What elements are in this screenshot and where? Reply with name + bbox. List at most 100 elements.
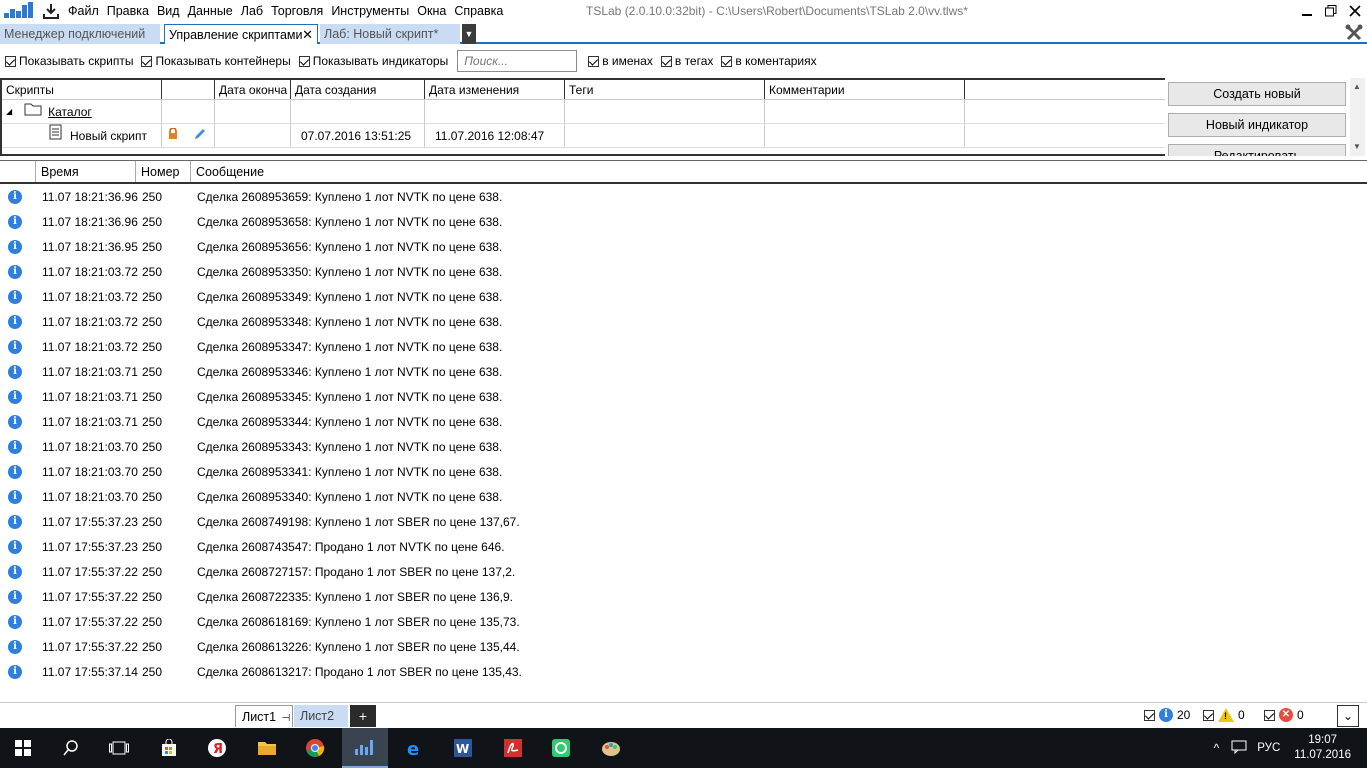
tab-connection-manager[interactable]: Менеджер подключений (0, 24, 160, 44)
column-header-number[interactable]: Номер (136, 161, 191, 182)
log-row[interactable]: i 11.07 18:21:36.96 250 Сделка 2608953658: … (0, 209, 1367, 234)
quik-icon[interactable] (538, 728, 584, 768)
column-header-comments[interactable]: Комментарии (765, 80, 965, 99)
log-row[interactable]: i 11.07 18:21:03.70 250 Сделка 2608953340: … (0, 484, 1367, 509)
log-row[interactable]: i 11.07 18:21:03.72 250 Сделка 2608953347: … (0, 334, 1367, 359)
chevron-up-icon[interactable]: ^ (1214, 741, 1220, 755)
sheet-tab-1[interactable]: Лист1 ⊣ (235, 705, 293, 727)
warning-filter-toggle[interactable]: ! 0 (1203, 708, 1245, 722)
notification-message-icon[interactable] (1231, 740, 1247, 757)
download-save-icon[interactable] (42, 2, 60, 20)
menu-item[interactable]: Данные (184, 0, 237, 22)
tab-lab[interactable]: Лаб: Новый скрипт* (320, 24, 460, 44)
log-row[interactable]: i 11.07 17:55:37.22 250 Сделка 2608613226: … (0, 634, 1367, 659)
expand-triangle-icon[interactable]: ◢ (6, 100, 12, 123)
menu-item[interactable]: Торговля (267, 0, 327, 22)
new-indicator-button[interactable]: Новый индикатор (1168, 113, 1346, 137)
create-new-button[interactable]: Создать новый (1168, 82, 1346, 106)
add-sheet-button[interactable]: + (350, 705, 376, 727)
log-row[interactable]: i 11.07 17:55:37.22 250 Сделка 2608722335: … (0, 584, 1367, 609)
column-header-time[interactable]: Время (36, 161, 136, 182)
scroll-down-icon[interactable]: ▼ (1353, 142, 1361, 151)
log-number: 250 (142, 664, 163, 679)
in-tags-checkbox[interactable]: в тегах (660, 54, 713, 68)
checkbox-checked-icon (5, 55, 16, 67)
log-row[interactable]: i 11.07 18:21:03.70 250 Сделка 2608953341: … (0, 459, 1367, 484)
log-row[interactable]: i 11.07 17:55:37.22 250 Сделка 2608618169: … (0, 609, 1367, 634)
log-row[interactable]: i 11.07 18:21:36.95 250 Сделка 2608953656: … (0, 234, 1367, 259)
log-row[interactable]: i 11.07 18:21:03.72 250 Сделка 2608953348: … (0, 309, 1367, 334)
script-row[interactable]: Новый скрипт 07.07.2016 13:51:25 11.07.2… (2, 124, 1165, 148)
minimize-button[interactable] (1295, 0, 1319, 22)
menu-item[interactable]: Лаб (237, 0, 267, 22)
error-filter-toggle[interactable]: ✕ 0 (1264, 708, 1304, 722)
tab-overflow-dropdown[interactable]: ▼ (462, 24, 476, 44)
folder-row[interactable]: ◢ Каталог (2, 100, 1165, 124)
menu-item[interactable]: Инструменты (327, 0, 413, 22)
menu-item[interactable]: Вид (153, 0, 184, 22)
in-names-checkbox[interactable]: в именах (588, 54, 653, 68)
in-comments-checkbox[interactable]: в коментариях (721, 54, 817, 68)
tslab-icon[interactable] (342, 728, 388, 768)
menu-item[interactable]: Окна (413, 0, 450, 22)
show-indicators-checkbox[interactable]: Показывать индикаторы (298, 54, 448, 68)
column-header-created[interactable]: Дата создания (291, 80, 425, 99)
log-row[interactable]: i 11.07 17:55:37.23 250 Сделка 2608743547: … (0, 534, 1367, 559)
column-header-flags[interactable] (162, 80, 215, 99)
maximize-button[interactable] (1319, 0, 1343, 22)
pin-icon[interactable]: ⊣ (282, 713, 291, 724)
sheet-tab-2[interactable]: Лист2 (294, 705, 348, 727)
show-containers-checkbox[interactable]: Показывать контейнеры (141, 54, 291, 68)
script-name[interactable]: Новый скрипт (70, 124, 147, 147)
close-tab-icon[interactable]: ✕ (302, 25, 313, 45)
log-row[interactable]: i 11.07 17:55:37.14 250 Сделка 2608613217: … (0, 659, 1367, 684)
log-row[interactable]: i 11.07 18:21:03.71 250 Сделка 2608953344: … (0, 409, 1367, 434)
collapse-log-button[interactable]: ⌄ (1337, 705, 1359, 727)
task-view-icon[interactable] (96, 728, 142, 768)
file-explorer-icon[interactable] (244, 728, 290, 768)
lock-icon[interactable] (168, 124, 178, 147)
acrobat-icon[interactable] (490, 728, 536, 768)
menu-item[interactable]: Файл (64, 0, 103, 22)
log-row[interactable]: i 11.07 18:21:03.72 250 Сделка 2608953349: … (0, 284, 1367, 309)
action-panel-scrollbar[interactable]: ▲ ▼ (1350, 78, 1365, 156)
log-row[interactable]: i 11.07 17:55:37.22 250 Сделка 2608727157: … (0, 559, 1367, 584)
word-icon[interactable]: W (440, 728, 486, 768)
log-row[interactable]: i 11.07 18:21:03.71 250 Сделка 2608953345: … (0, 384, 1367, 409)
store-icon[interactable] (146, 728, 192, 768)
column-header-tags[interactable]: Теги (565, 80, 765, 99)
folder-name[interactable]: Каталог (48, 100, 92, 123)
edge-icon[interactable]: e (392, 728, 438, 768)
tab-script-management[interactable]: Управление скриптами ✕ (164, 24, 318, 44)
tools-icon[interactable] (1345, 24, 1363, 42)
edit-pencil-icon[interactable] (194, 124, 206, 147)
search-icon[interactable] (48, 728, 94, 768)
menu-item[interactable]: Справка (450, 0, 507, 22)
show-scripts-checkbox[interactable]: Показывать скрипты (5, 54, 133, 68)
log-row[interactable]: i 11.07 18:21:03.71 250 Сделка 2608953346: … (0, 359, 1367, 384)
edit-button[interactable]: Редактировать (1168, 144, 1346, 156)
close-button[interactable] (1343, 0, 1367, 22)
windows-start-icon[interactable] (0, 728, 46, 768)
log-row[interactable]: i 11.07 17:55:37.23 250 Сделка 2608749198: … (0, 509, 1367, 534)
column-header-end-date[interactable]: Дата оконча (215, 80, 291, 99)
paint-icon[interactable] (588, 728, 634, 768)
log-message: Сделка 2608722335: Куплено 1 лот SBER по… (197, 589, 513, 604)
column-header-icon[interactable] (0, 161, 36, 182)
column-header-modified[interactable]: Дата изменения (425, 80, 565, 99)
yandex-browser-icon[interactable]: Я (194, 728, 240, 768)
column-header-message[interactable]: Сообщение (191, 161, 1365, 182)
menu-item[interactable]: Правка (103, 0, 153, 22)
column-header-scripts[interactable]: Скрипты (2, 80, 162, 99)
info-icon: i (8, 589, 22, 604)
log-message: Сделка 2608953656: Куплено 1 лот NVTK по… (197, 239, 503, 254)
chrome-icon[interactable] (292, 728, 338, 768)
search-input[interactable] (457, 50, 578, 72)
log-row[interactable]: i 11.07 18:21:03.70 250 Сделка 2608953343: … (0, 434, 1367, 459)
info-filter-toggle[interactable]: i 20 (1144, 708, 1190, 722)
log-row[interactable]: i 11.07 18:21:03.72 250 Сделка 2608953350: … (0, 259, 1367, 284)
language-indicator[interactable]: РУС (1257, 742, 1280, 754)
log-row[interactable]: i 11.07 18:21:36.96 250 Сделка 2608953659: … (0, 184, 1367, 209)
clock[interactable]: 19:07 11.07.2016 (1294, 733, 1351, 763)
scroll-up-icon[interactable]: ▲ (1353, 82, 1361, 91)
